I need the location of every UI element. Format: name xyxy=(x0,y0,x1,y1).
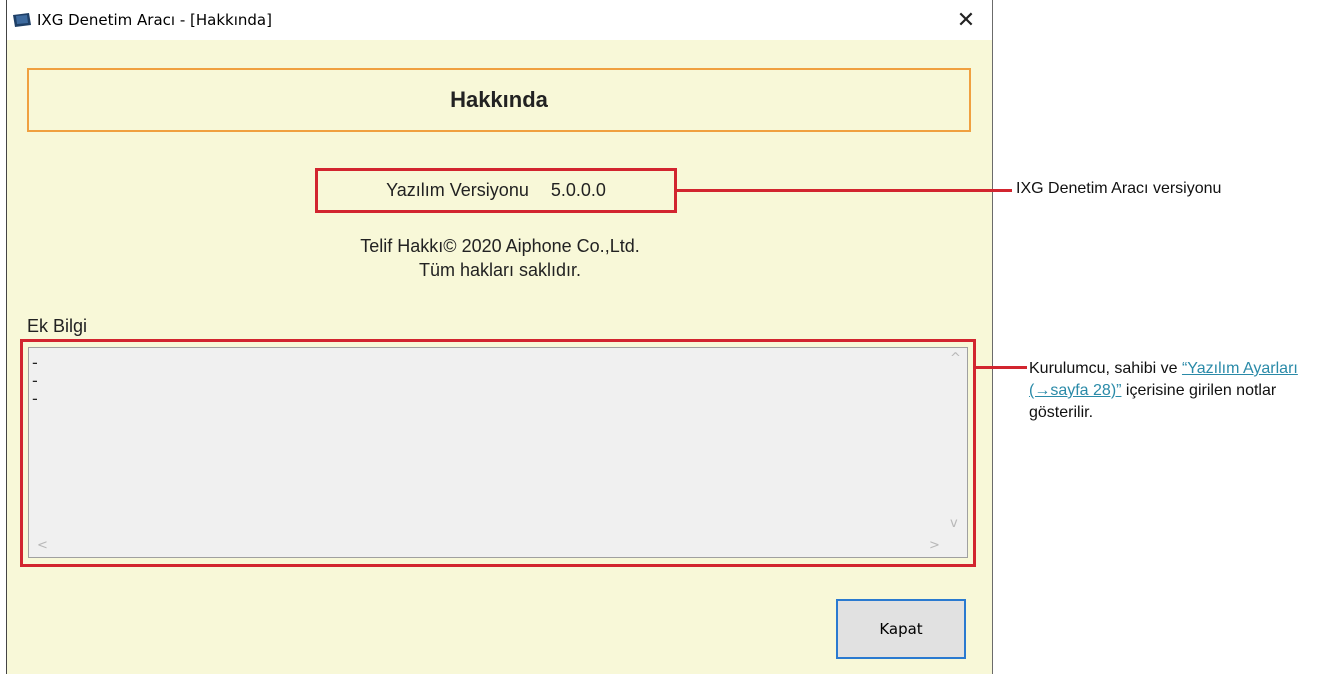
info-line: - xyxy=(32,371,38,390)
about-window: IXG Denetim Aracı - [Hakkında] ✕ Hakkınd… xyxy=(6,0,993,674)
copyright-line: Telif Hakkı© 2020 Aiphone Co.,Ltd. xyxy=(360,236,640,256)
rights-line: Tüm hakları saklıdır. xyxy=(418,260,582,280)
callout-line-version xyxy=(676,189,1012,192)
vertical-scrollbar[interactable]: ^ v xyxy=(945,348,967,538)
info-callout: Kurulumcu, sahibi ve “Yazılım Ayarları (… xyxy=(1029,358,1329,424)
info-line: - xyxy=(32,389,38,408)
version-callout: IXG Denetim Aracı versiyonu xyxy=(1016,180,1222,197)
scroll-right-icon[interactable]: > xyxy=(929,538,940,553)
copyright-block: Telif Hakkı© 2020 Aiphone Co.,Ltd. Tüm h… xyxy=(267,234,733,282)
info-callout-prefix: Kurulumcu, sahibi ve xyxy=(1029,360,1182,377)
scroll-left-icon[interactable]: < xyxy=(37,538,48,553)
callout-line-info xyxy=(975,366,1027,369)
page-header: Hakkında xyxy=(27,68,971,132)
close-icon[interactable]: ✕ xyxy=(951,6,981,34)
scroll-down-icon[interactable]: v xyxy=(950,516,958,531)
page-title: Hakkında xyxy=(450,87,548,112)
horizontal-scrollbar[interactable]: < > xyxy=(29,537,945,557)
version-highlight: Yazılım Versiyonu 5.0.0.0 xyxy=(315,168,677,213)
version-value: 5.0.0.0 xyxy=(550,180,606,200)
window-title: IXG Denetim Aracı - [Hakkında] xyxy=(37,11,272,29)
info-line: - xyxy=(32,353,38,372)
version-label: Yazılım Versiyonu xyxy=(386,180,529,200)
additional-info-label: Ek Bilgi xyxy=(27,316,88,336)
scroll-up-icon[interactable]: ^ xyxy=(950,351,961,366)
title-bar: IXG Denetim Aracı - [Hakkında] ✕ xyxy=(7,0,992,40)
app-icon xyxy=(13,13,31,27)
additional-info-lines: - - - xyxy=(32,354,38,408)
additional-info-textbox[interactable]: - - - ^ v < > xyxy=(28,347,968,558)
close-button[interactable]: Kapat xyxy=(836,599,966,659)
additional-info-highlight: - - - ^ v < > xyxy=(20,339,976,567)
